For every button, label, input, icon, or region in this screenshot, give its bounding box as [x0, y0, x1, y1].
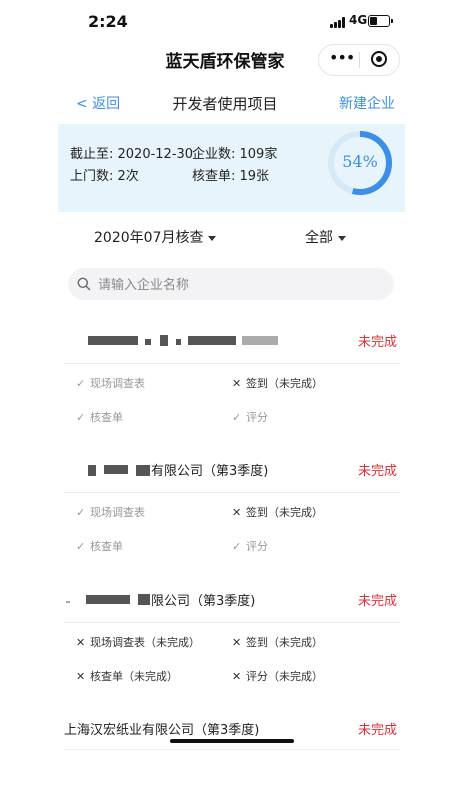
task-site-survey[interactable]: ✓ 现场调查表 — [76, 375, 145, 391]
check-icon: ✓ — [232, 411, 242, 424]
search-icon — [77, 277, 91, 291]
cross-icon: ✕ — [76, 636, 86, 649]
home-indicator — [170, 739, 294, 743]
task-label: 现场调查表 — [90, 377, 145, 390]
redacted-text — [176, 339, 181, 345]
battery-icon — [368, 15, 393, 27]
card-divider — [64, 749, 400, 750]
company-card[interactable]: 限公司（第3季度) 未完成 ✕ 现场调查表（未完成） ✕ 签到（未完成） ✕ 核查单（… — [0, 582, 450, 692]
task-label: 评分 — [246, 540, 268, 553]
task-sign-in[interactable]: ✕ 签到（未完成） — [232, 634, 323, 650]
status-time: 2:24 — [88, 12, 128, 31]
company-card[interactable]: 有限公司（第3季度) 未完成 ✓ 现场调查表 ✕ 签到（未完成） ✓ 核查单 ✓ 评分 — [0, 452, 450, 562]
back-button[interactable]: < 返回 — [76, 93, 120, 113]
redacted-text — [104, 465, 128, 474]
task-label: 现场调查表 — [90, 506, 145, 519]
scope-filter[interactable]: 全部 — [305, 227, 346, 247]
task-label: 评分（未完成） — [246, 670, 323, 683]
company-card[interactable]: 未完成 ✓ 现场调查表 ✕ 签到（未完成） ✓ 核查单 ✓ 评分 — [0, 323, 450, 433]
task-label: 核查单（未完成） — [90, 670, 178, 683]
check-icon: ✓ — [76, 540, 86, 553]
task-label: 现场调查表（未完成） — [90, 636, 200, 649]
caret-down-icon — [208, 235, 217, 241]
company-card[interactable]: 上海汉宏纸业有限公司（第3季度) 未完成 — [0, 711, 450, 751]
new-company-button[interactable]: 新建企业 — [339, 93, 395, 113]
redacted-text — [188, 336, 236, 345]
search-bar — [68, 268, 394, 302]
month-filter[interactable]: 2020年07月核查 — [94, 227, 217, 247]
redacted-text — [88, 336, 138, 345]
search-input[interactable] — [96, 268, 390, 302]
scope-filter-label: 全部 — [305, 230, 333, 246]
redacted-text — [86, 595, 130, 604]
task-label: 签到（未完成） — [246, 636, 323, 649]
redacted-text — [160, 335, 168, 346]
redacted-text — [136, 465, 150, 476]
status-badge: 未完成 — [358, 723, 398, 738]
redacted-text — [66, 601, 70, 603]
company-name: 限公司（第3季度) — [151, 594, 256, 609]
redacted-text — [145, 339, 151, 345]
redacted-text — [138, 594, 150, 605]
target-icon[interactable] — [371, 51, 387, 67]
company-name: 有限公司（第3季度) — [151, 464, 269, 479]
checklist-count-label: 核查单: 19张 — [192, 169, 270, 184]
status-badge: 未完成 — [358, 335, 398, 350]
task-label: 核查单 — [90, 540, 123, 553]
visit-count-label: 上门数: 2次 — [70, 169, 139, 184]
task-checklist[interactable]: ✓ 核查单 — [76, 538, 123, 554]
task-site-survey[interactable]: ✓ 现场调查表 — [76, 504, 145, 520]
task-sign-in[interactable]: ✕ 签到（未完成） — [232, 504, 323, 520]
check-icon: ✓ — [76, 411, 86, 424]
cross-icon: ✕ — [232, 377, 242, 390]
cross-icon: ✕ — [232, 506, 242, 519]
redacted-text — [88, 465, 96, 476]
month-filter-label: 2020年07月核查 — [94, 230, 204, 246]
task-label: 签到（未完成） — [246, 506, 323, 519]
check-icon: ✓ — [76, 377, 86, 390]
more-dots-icon[interactable]: ••• — [329, 48, 355, 67]
cross-icon: ✕ — [232, 670, 242, 683]
status-bar: 2:24 4G — [0, 0, 450, 40]
capsule-divider — [359, 52, 360, 68]
mini-program-capsule: ••• — [318, 44, 400, 76]
status-badge: 未完成 — [358, 594, 398, 609]
card-divider — [64, 622, 400, 623]
card-divider — [64, 363, 400, 364]
network-type: 4G — [349, 13, 368, 27]
task-label: 评分 — [246, 411, 268, 424]
card-divider — [64, 492, 400, 493]
task-checklist[interactable]: ✕ 核查单（未完成） — [76, 668, 178, 684]
deadline-label: 截止至: 2020-12-30 — [70, 147, 194, 162]
company-name: 上海汉宏纸业有限公司（第3季度) — [64, 723, 260, 738]
task-score[interactable]: ✓ 评分 — [232, 538, 268, 554]
task-checklist[interactable]: ✓ 核查单 — [76, 409, 123, 425]
caret-down-icon — [338, 235, 346, 241]
company-count-label: 企业数: 109家 — [192, 147, 278, 162]
task-site-survey[interactable]: ✕ 现场调查表（未完成） — [76, 634, 200, 650]
check-icon: ✓ — [232, 540, 242, 553]
task-score[interactable]: ✕ 评分（未完成） — [232, 668, 323, 684]
task-label: 核查单 — [90, 411, 123, 424]
task-score[interactable]: ✓ 评分 — [232, 409, 268, 425]
check-icon: ✓ — [76, 506, 86, 519]
status-badge: 未完成 — [358, 464, 398, 479]
cross-icon: ✕ — [76, 670, 86, 683]
signal-icon — [330, 17, 346, 28]
cross-icon: ✕ — [232, 636, 242, 649]
task-sign-in[interactable]: ✕ 签到（未完成） — [232, 375, 323, 391]
redacted-text — [242, 336, 278, 345]
progress-percent: 54% — [342, 152, 378, 171]
task-label: 签到（未完成） — [246, 377, 323, 390]
